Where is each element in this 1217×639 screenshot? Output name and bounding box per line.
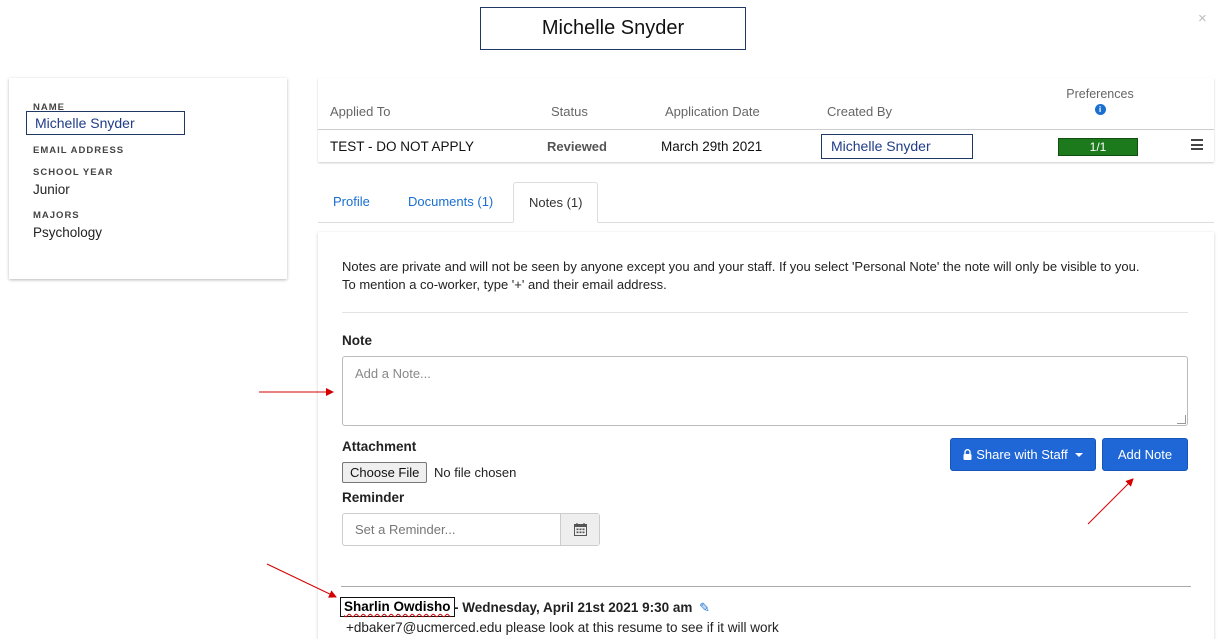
chevron-down-icon bbox=[1074, 452, 1083, 457]
header-application-date: Application Date bbox=[665, 104, 760, 119]
notes-panel: Notes are private and will not be seen b… bbox=[318, 232, 1214, 639]
header-applied-to: Applied To bbox=[330, 104, 391, 119]
add-note-button[interactable]: Add Note bbox=[1102, 438, 1188, 471]
note-body: +dbaker7@ucmerced.edu please look at thi… bbox=[346, 620, 779, 635]
note-timestamp: - Wednesday, April 21st 2021 9:30 am bbox=[454, 600, 693, 615]
modal-title: Michelle Snyder bbox=[480, 7, 746, 50]
note-meta: - Wednesday, April 21st 2021 9:30 am ✎ bbox=[454, 600, 710, 616]
lock-icon bbox=[963, 449, 972, 460]
calendar-icon[interactable] bbox=[560, 514, 599, 545]
header-created-by: Created By bbox=[827, 104, 893, 119]
cell-application-date: March 29th 2021 bbox=[661, 139, 763, 154]
application-table: Applied To Status Application Date Creat… bbox=[318, 78, 1214, 162]
section-divider bbox=[342, 312, 1188, 313]
reminder-input-group bbox=[342, 513, 600, 546]
note-author: Sharlin Owdisho bbox=[340, 597, 455, 617]
resize-handle-icon[interactable] bbox=[1177, 415, 1186, 424]
notes-intro-text: Notes are private and will not be seen b… bbox=[342, 258, 1192, 294]
notes-intro-line-1: Notes are private and will not be seen b… bbox=[342, 259, 1140, 274]
reminder-input[interactable] bbox=[343, 514, 561, 545]
note-separator bbox=[341, 586, 1191, 587]
reminder-label: Reminder bbox=[342, 490, 405, 505]
cell-applied-to: TEST - DO NOT APPLY bbox=[330, 139, 475, 154]
table-divider bbox=[318, 129, 1214, 130]
close-icon[interactable]: × bbox=[1198, 10, 1207, 27]
majors-value: Psychology bbox=[33, 225, 103, 240]
student-info-card: NAME Michelle Snyder EMAIL ADDRESS SCHOO… bbox=[9, 78, 287, 279]
email-address-label: EMAIL ADDRESS bbox=[33, 145, 125, 156]
pencil-icon[interactable]: ✎ bbox=[699, 600, 710, 616]
share-with-staff-button[interactable]: Share with Staff bbox=[950, 438, 1096, 471]
school-year-value: Junior bbox=[33, 182, 70, 197]
info-icon[interactable]: i bbox=[1094, 104, 1106, 115]
note-textarea[interactable] bbox=[342, 356, 1188, 426]
header-status: Status bbox=[551, 104, 588, 119]
status-badge: Reviewed bbox=[547, 139, 607, 154]
school-year-label: SCHOOL YEAR bbox=[33, 167, 114, 178]
header-preferences: Preferences i bbox=[1060, 87, 1140, 115]
no-file-chosen-text: No file chosen bbox=[434, 465, 517, 480]
preferences-label: Preferences bbox=[1066, 87, 1134, 101]
note-label: Note bbox=[342, 333, 372, 348]
notes-intro-line-2: To mention a co-worker, type '+' and the… bbox=[342, 277, 667, 292]
hamburger-menu-icon[interactable] bbox=[1191, 139, 1203, 153]
share-with-staff-label: Share with Staff bbox=[976, 447, 1068, 462]
preferences-progress-bar: 1/1 bbox=[1058, 138, 1138, 156]
tab-bar: Profile Documents (1) Notes (1) bbox=[318, 182, 1214, 223]
attachment-label: Attachment bbox=[342, 439, 417, 454]
choose-file-button[interactable]: Choose File bbox=[342, 462, 428, 483]
tab-profile[interactable]: Profile bbox=[333, 182, 370, 223]
student-name: Michelle Snyder bbox=[26, 111, 185, 135]
tab-notes[interactable]: Notes (1) bbox=[513, 182, 599, 223]
majors-label: MAJORS bbox=[33, 210, 80, 221]
tab-documents[interactable]: Documents (1) bbox=[408, 182, 493, 223]
cell-created-by: Michelle Snyder bbox=[821, 134, 973, 159]
